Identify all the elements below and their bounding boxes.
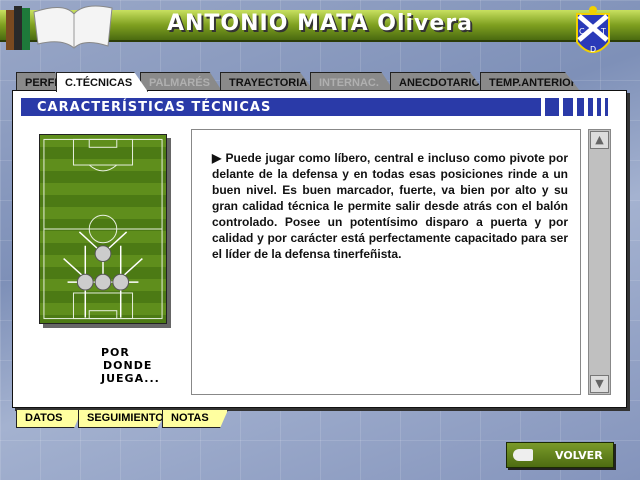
tab-temp-anterior[interactable]: TEMP.ANTERIOR [480, 72, 580, 91]
back-arrow-icon [513, 449, 533, 461]
club-crest-icon: C TD [576, 6, 610, 54]
tab-internac: INTERNAC. [310, 72, 394, 91]
bullet-icon: ▶ [212, 151, 226, 165]
content-panel: CARACTERÍSTICAS TÉCNICAS POR DONDE JUEGA… [12, 90, 627, 408]
title-stripe [597, 98, 601, 116]
title-stripe [605, 98, 608, 116]
scroll-up-button[interactable]: ▲ [590, 131, 609, 149]
scrollbar[interactable]: ▲ ▼ [588, 129, 611, 395]
section-title: CARACTERÍSTICAS TÉCNICAS [21, 98, 541, 116]
svg-text:C: C [579, 27, 585, 36]
pitch-caption: POR DONDE JUEGA... [101, 346, 160, 385]
tab-notas[interactable]: NOTAS [162, 410, 228, 428]
volver-button[interactable]: VOLVER [506, 442, 614, 468]
svg-text:T: T [600, 27, 606, 36]
svg-text:D: D [590, 45, 596, 54]
tab-datos[interactable]: DATOS [16, 410, 82, 428]
tab-c-tecnicas[interactable]: C.TÉCNICAS [56, 72, 148, 92]
tab-seguimiento[interactable]: SEGUIMIENTO [78, 410, 168, 428]
caption-line: DONDE [103, 359, 153, 372]
scroll-down-button[interactable]: ▼ [590, 375, 609, 393]
pitch-position-diagram [39, 134, 167, 324]
title-stripe [545, 98, 559, 116]
description-box: ▶ Puede jugar como líbero, central e inc… [191, 129, 581, 395]
title-stripe [563, 98, 573, 116]
volver-label: VOLVER [555, 449, 603, 462]
description-text: Puede jugar como líbero, central e inclu… [212, 151, 569, 261]
title-stripe [577, 98, 584, 116]
tab-trayectoria[interactable]: TRAYECTORIA [220, 72, 314, 91]
caption-line: JUEGA... [101, 372, 160, 385]
caption-line: POR [101, 346, 130, 359]
title-stripe [588, 98, 593, 116]
tab-anecdotario[interactable]: ANECDOTARIO [390, 72, 484, 91]
player-name-title: ANTONIO MATA Olivera [166, 11, 474, 36]
tab-palmares: PALMARÉS [140, 72, 222, 91]
tab-perfil[interactable]: PERFIL [16, 72, 62, 91]
